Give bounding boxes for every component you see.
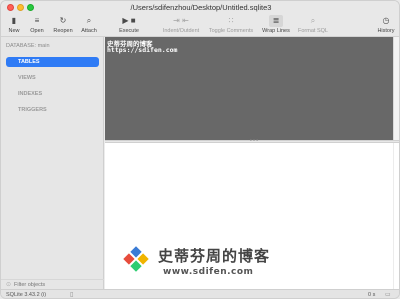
watermark-url: www.sdifen.com <box>163 267 254 277</box>
new-label: New <box>8 28 20 34</box>
magnifier-icon: ⌕ <box>310 16 316 25</box>
reopen-button[interactable]: ↻ Reopen <box>51 15 75 37</box>
sidebar-item-label: INDEXES <box>18 91 43 97</box>
reopen-label: Reopen <box>53 28 73 34</box>
indent-icon: ⇥ ⇤ <box>173 16 189 25</box>
open-label: Open <box>30 28 44 34</box>
sidebar-item-label: TRIGGERS <box>18 107 47 113</box>
sidebar-item-label: TABLES <box>18 59 40 65</box>
sidebar-item-views[interactable]: VIEWS <box>6 73 99 83</box>
database-label: DATABASE: main <box>6 43 50 49</box>
format-label: Format SQL <box>298 28 328 34</box>
status-bar: SQLite 3.43.2 (i) ▯ 0 s ▭ <box>1 289 399 298</box>
sql-editor[interactable]: 史蒂芬周的博客 https://sdifen.com <box>105 37 393 140</box>
play-stop-icon: ▶ ■ <box>122 16 136 25</box>
window-title: /Users/sdifenzhou/Desktop/Untitled.sqlit… <box>130 3 272 12</box>
list-icon: ≡ <box>34 16 40 25</box>
attach-button[interactable]: ⌕ Attach <box>78 15 100 37</box>
indent-outdent-button[interactable]: ⇥ ⇤ Indent/Outdent <box>159 15 203 37</box>
filter-bar: ⊙ <box>1 279 104 289</box>
comment-icon: ∷ <box>228 16 234 25</box>
watermark-title: 史蒂芬周的博客 <box>158 247 271 265</box>
filter-input[interactable] <box>14 281 99 289</box>
results-scrollbar[interactable] <box>393 143 399 289</box>
app-window: /Users/sdifenzhou/Desktop/Untitled.sqlit… <box>0 0 400 299</box>
panel-toggle-icon[interactable]: ▭ <box>385 291 391 298</box>
sidebar-item-label: VIEWS <box>18 75 36 81</box>
sidebar-item-triggers[interactable]: TRIGGERS <box>6 105 99 115</box>
execute-label: Execute <box>119 28 139 34</box>
history-label: History <box>377 28 395 34</box>
logo-icon <box>123 246 149 272</box>
indent-label: Indent/Outdent <box>162 28 200 34</box>
clock-icon: ◷ <box>382 16 390 25</box>
format-sql-button[interactable]: ⌕ Format SQL <box>296 15 330 37</box>
attach-label: Attach <box>81 28 97 34</box>
sidebar: DATABASE: main TABLES VIEWS INDEXES TRIG… <box>1 37 104 289</box>
execute-button[interactable]: ▶ ■ Execute <box>114 15 144 37</box>
paperclip-icon: ⌕ <box>86 16 92 25</box>
sqlite-version: SQLite 3.43.2 (i) <box>6 292 47 298</box>
wrap-icon: ≣ <box>269 15 283 27</box>
toolbar: ▮ New ≡ Open ↻ Reopen ⌕ Attach ▶ ■ Execu… <box>1 15 399 37</box>
sidebar-item-indexes[interactable]: INDEXES <box>6 89 99 99</box>
wrap-label: Wrap Lines <box>262 28 290 34</box>
editor-scrollbar[interactable] <box>393 37 399 140</box>
wrap-lines-button[interactable]: ≣ Wrap Lines <box>260 15 292 37</box>
editor-line: https://sdifen.com <box>107 46 178 54</box>
comments-label: Toggle Comments <box>208 28 254 34</box>
refresh-icon: ↻ <box>59 16 67 25</box>
new-button[interactable]: ▮ New <box>6 15 22 37</box>
sidebar-item-tables[interactable]: TABLES <box>6 57 99 67</box>
execution-time: 0 s <box>368 292 376 298</box>
toggle-comments-button[interactable]: ∷ Toggle Comments <box>206 15 256 37</box>
title-bar: /Users/sdifenzhou/Desktop/Untitled.sqlit… <box>1 1 399 15</box>
info-icon[interactable]: ▯ <box>70 291 73 298</box>
document-icon: ▮ <box>11 16 17 25</box>
history-button[interactable]: ◷ History <box>375 15 397 37</box>
results-pane: 史蒂芬周的博客 www.sdifen.com <box>105 143 399 289</box>
open-button[interactable]: ≡ Open <box>27 15 47 37</box>
